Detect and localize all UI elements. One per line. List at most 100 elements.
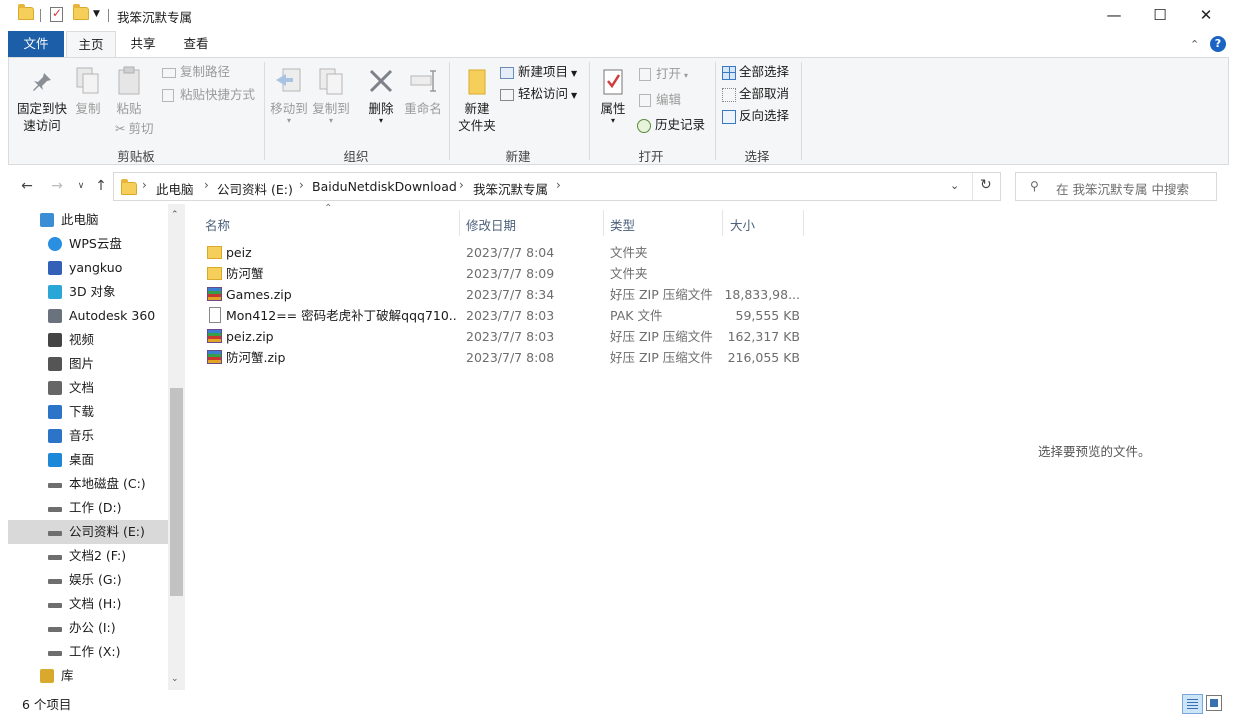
- maximize-button[interactable]: ☐: [1137, 0, 1183, 31]
- open-button[interactable]: 打开 ▾: [639, 64, 688, 84]
- new-folder-icon[interactable]: [73, 4, 89, 20]
- chevron-right-icon[interactable]: ›: [459, 178, 464, 192]
- sidebar-item[interactable]: Autodesk 360: [8, 304, 168, 328]
- chevron-right-icon[interactable]: ›: [142, 178, 147, 192]
- easy-access-button[interactable]: 轻松访问 ▼: [500, 84, 577, 104]
- column-divider[interactable]: [722, 210, 723, 236]
- open-label: 打开: [656, 66, 682, 81]
- properties-button[interactable]: 属性 ▾: [593, 68, 633, 125]
- column-header-size[interactable]: 大小: [730, 215, 755, 234]
- file-row[interactable]: Games.zip 2023/7/7 8:34 好压 ZIP 压缩文件 18,833,…: [200, 284, 805, 305]
- sidebar-item[interactable]: 文档 (H:): [8, 592, 168, 616]
- move-to-dropdown-icon: ▾: [286, 116, 291, 125]
- paste-button[interactable]: 粘贴: [113, 66, 145, 117]
- sidebar-item[interactable]: 本地磁盘 (C:): [8, 472, 168, 496]
- column-divider[interactable]: [459, 210, 460, 236]
- column-header-type[interactable]: 类型: [610, 215, 635, 234]
- copy-path-button[interactable]: 复制路径: [162, 62, 230, 82]
- sidebar-item[interactable]: 公司资料 (E:): [8, 520, 168, 544]
- paste-shortcut-button[interactable]: 粘贴快捷方式: [162, 85, 255, 105]
- ribbon-divider: [264, 62, 265, 160]
- cut-button[interactable]: ✂ 剪切: [115, 119, 154, 139]
- group-clipboard-label: 剪贴板: [117, 149, 155, 164]
- sidebar-item-label: 库: [61, 668, 74, 683]
- sidebar-item[interactable]: 下载: [8, 400, 168, 424]
- sidebar-item-label: 文档: [69, 380, 95, 395]
- tab-file[interactable]: 文件: [8, 31, 64, 57]
- tab-home[interactable]: 主页: [66, 31, 116, 58]
- sidebar-item[interactable]: 桌面: [8, 448, 168, 472]
- customize-quick-access-icon[interactable]: ▼: [93, 9, 100, 19]
- breadcrumb-baidunetdisk[interactable]: BaiduNetdiskDownload: [312, 179, 457, 194]
- collapse-ribbon-icon[interactable]: ⌃: [1190, 38, 1199, 51]
- new-folder-button[interactable]: 新建 文件夹: [455, 68, 499, 134]
- file-row[interactable]: peiz 2023/7/7 8:04 文件夹: [200, 242, 805, 263]
- column-divider[interactable]: [603, 210, 604, 236]
- large-icons-view-button[interactable]: [1206, 695, 1222, 711]
- sidebar-item[interactable]: 3D 对象: [8, 280, 168, 304]
- chevron-right-icon[interactable]: ›: [299, 178, 304, 192]
- cloud-icon: [48, 237, 62, 251]
- chevron-right-icon[interactable]: ›: [556, 178, 561, 192]
- scroll-down-icon[interactable]: ⌄: [171, 674, 179, 684]
- breadcrumb-this-pc[interactable]: 此电脑: [156, 179, 194, 198]
- invert-selection-button[interactable]: 反向选择: [722, 106, 789, 126]
- move-to-button[interactable]: 移动到 ▾: [269, 66, 309, 125]
- file-date: 2023/7/7 8:03: [466, 329, 555, 344]
- file-row[interactable]: 防河蟹.zip 2023/7/7 8:08 好压 ZIP 压缩文件 216,055 K…: [200, 347, 805, 368]
- refresh-icon[interactable]: ↻: [980, 177, 992, 193]
- minimize-button[interactable]: —: [1091, 0, 1137, 31]
- sidebar-item[interactable]: 娱乐 (G:): [8, 568, 168, 592]
- tab-share[interactable]: 共享: [120, 31, 166, 57]
- select-none-button[interactable]: 全部取消: [722, 84, 789, 104]
- sidebar-item[interactable]: WPS云盘: [8, 232, 168, 256]
- details-view-button[interactable]: [1182, 694, 1203, 714]
- up-button[interactable]: ↑: [90, 175, 112, 197]
- sidebar-item[interactable]: 办公 (I:): [8, 616, 168, 640]
- sidebar-item[interactable]: 图片: [8, 352, 168, 376]
- sidebar-item[interactable]: 工作 (D:): [8, 496, 168, 520]
- sidebar-item[interactable]: 库: [8, 664, 168, 688]
- file-date: 2023/7/7 8:09: [466, 266, 555, 281]
- paste-shortcut-label: 粘贴快捷方式: [180, 87, 256, 102]
- chevron-right-icon[interactable]: ›: [204, 178, 209, 192]
- new-item-dropdown-icon: ▼: [571, 69, 578, 78]
- pin-quick-access-button[interactable]: 固定到快 速访问: [13, 70, 71, 134]
- sidebar-item[interactable]: 文档: [8, 376, 168, 400]
- easy-access-icon: [500, 88, 514, 101]
- column-header-date[interactable]: 修改日期: [466, 215, 516, 234]
- column-divider[interactable]: [803, 210, 804, 236]
- sidebar-item[interactable]: 视频: [8, 328, 168, 352]
- select-all-button[interactable]: 全部选择: [722, 62, 789, 82]
- back-button[interactable]: ←: [16, 175, 38, 197]
- sidebar-item[interactable]: 此电脑: [8, 208, 168, 232]
- file-row[interactable]: peiz.zip 2023/7/7 8:03 好压 ZIP 压缩文件 162,317 …: [200, 326, 805, 347]
- copy-to-button[interactable]: 复制到 ▾: [311, 66, 351, 125]
- edit-button[interactable]: 编辑: [639, 90, 681, 110]
- help-icon[interactable]: ?: [1210, 36, 1226, 52]
- address-bar[interactable]: › 此电脑 › 公司资料 (E:) › BaiduNetdiskDownload…: [113, 172, 1001, 201]
- close-button[interactable]: ✕: [1183, 0, 1229, 31]
- history-button[interactable]: 历史记录: [637, 115, 705, 135]
- copy-button[interactable]: 复制: [73, 66, 103, 117]
- file-row[interactable]: 防河蟹 2023/7/7 8:09 文件夹: [200, 263, 805, 284]
- column-header-name[interactable]: 名称: [205, 215, 230, 234]
- properties-icon[interactable]: [50, 6, 63, 22]
- forward-button[interactable]: →: [46, 175, 68, 197]
- address-history-dropdown-icon[interactable]: ⌄: [950, 179, 959, 192]
- sidebar-item[interactable]: 工作 (X:): [8, 640, 168, 664]
- sidebar-item[interactable]: 文档2 (F:): [8, 544, 168, 568]
- tab-view[interactable]: 查看: [172, 31, 220, 57]
- search-box[interactable]: ⚲ 在 我笨沉默专属 中搜索: [1015, 172, 1217, 201]
- delete-button[interactable]: 删除 ▾: [363, 66, 399, 125]
- file-row[interactable]: Mon412== 密码老虎补丁破解qqq710... 2023/7/7 8:03 P…: [200, 305, 805, 326]
- rename-button[interactable]: 重命名: [403, 66, 443, 117]
- new-item-button[interactable]: 新建项目 ▼: [500, 62, 577, 82]
- sidebar-scroll-thumb[interactable]: [170, 388, 183, 596]
- breadcrumb-drive-e[interactable]: 公司资料 (E:): [217, 179, 293, 198]
- sidebar-item[interactable]: 音乐: [8, 424, 168, 448]
- breadcrumb-current-folder[interactable]: 我笨沉默专属: [473, 179, 548, 198]
- scroll-up-icon[interactable]: ⌃: [171, 210, 179, 220]
- sidebar-item[interactable]: yangkuo: [8, 256, 168, 280]
- recent-locations-button[interactable]: ∨: [70, 175, 92, 197]
